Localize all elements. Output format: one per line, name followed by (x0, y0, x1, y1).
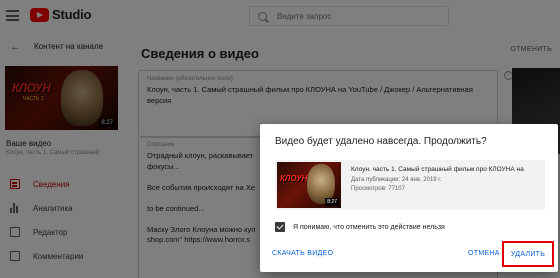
delete-button[interactable]: УДАЛИТЬ (502, 241, 554, 267)
cancel-button[interactable]: ОТМЕНА (468, 250, 500, 257)
card-thumbnail-text: КЛОУН (280, 174, 308, 183)
delete-video-dialog: Видео будет удалено навсегда. Продолжить… (260, 124, 558, 272)
video-card-date: Дата публикации: 24 янв. 2019 г. (351, 177, 442, 183)
confirm-label[interactable]: Я понимаю, что отменить это действие нел… (293, 224, 445, 231)
dialog-title: Видео будет удалено навсегда. Продолжить… (275, 136, 487, 147)
card-video-duration: 8:27 (325, 198, 339, 206)
download-video-button[interactable]: СКАЧАТЬ ВИДЕО (272, 250, 333, 257)
video-card-title: Клоун. часть 1. Самый страшный фильм про… (351, 166, 524, 173)
video-card-views: Просмотров: 77107 (351, 186, 405, 192)
confirm-checkbox[interactable] (275, 222, 285, 232)
confirm-row[interactable]: Я понимаю, что отменить это действие нел… (275, 222, 445, 232)
video-card-thumbnail: КЛОУН 8:27 (277, 162, 341, 208)
video-card: КЛОУН 8:27 Клоун. часть 1. Самый страшны… (275, 160, 545, 210)
